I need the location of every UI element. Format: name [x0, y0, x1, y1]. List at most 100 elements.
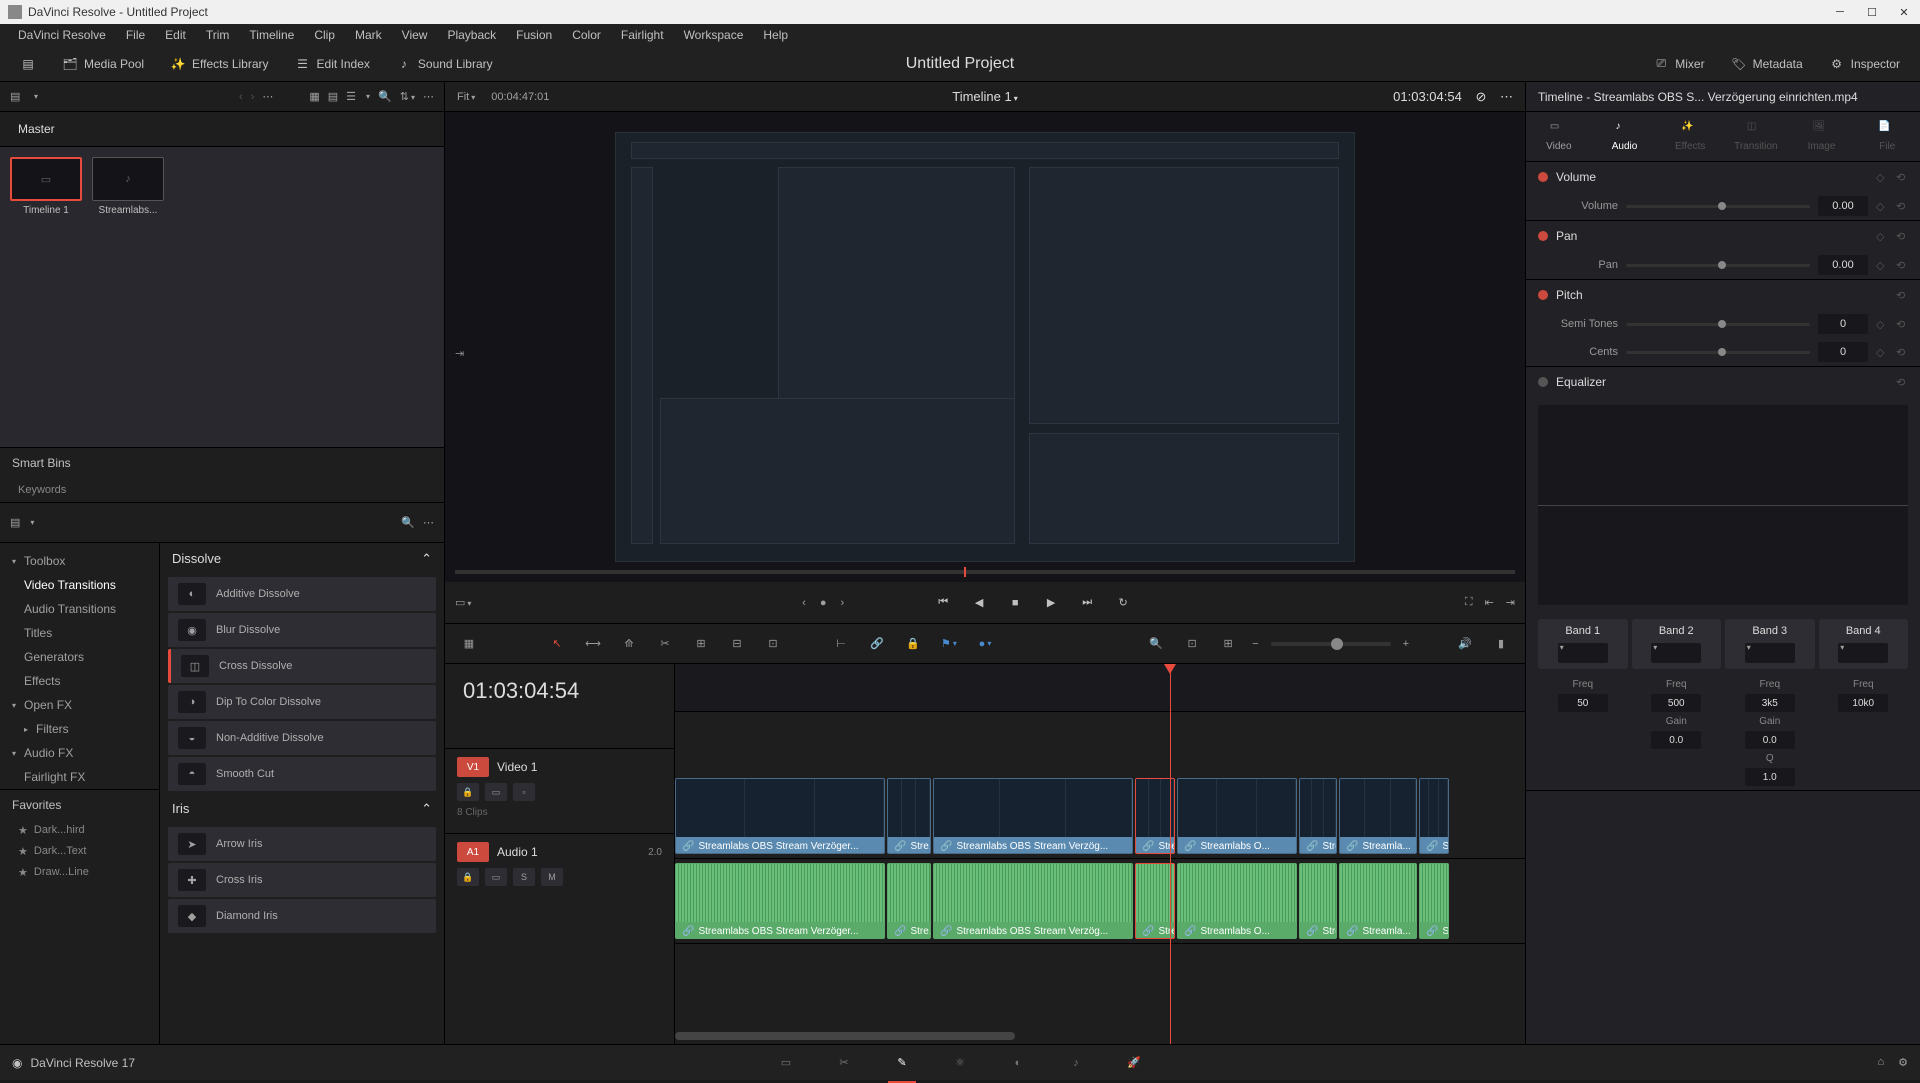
page-cut[interactable]: ✂ — [830, 1049, 858, 1077]
timeline-ruler[interactable] — [675, 664, 1525, 712]
fx-toolbox[interactable]: Toolbox — [0, 549, 159, 573]
reset-icon[interactable]: ⟲ — [1896, 259, 1908, 271]
minimize-button[interactable]: ─ — [1832, 4, 1848, 20]
favorites-header[interactable]: Favorites — [0, 789, 159, 820]
reset-icon[interactable]: ⟲ — [1896, 230, 1908, 242]
keyframe-icon[interactable]: ◇ — [1876, 200, 1888, 212]
link-toggle[interactable]: 🔗 — [865, 632, 889, 656]
playhead-center-icon[interactable]: ● — [820, 597, 827, 609]
view-list-icon[interactable]: ☰ — [346, 90, 356, 103]
bin-list-icon[interactable]: ▤ — [10, 90, 24, 104]
a1-badge[interactable]: A1 — [457, 842, 489, 862]
fx-cat-dissolve[interactable]: Dissolve⌃ — [160, 543, 444, 575]
fx-diamond-iris[interactable]: ◆Diamond Iris — [168, 899, 436, 933]
pan-slider[interactable] — [1626, 264, 1810, 267]
pitch-section-header[interactable]: Pitch ⟲ — [1526, 280, 1920, 310]
inspector-tab-transition[interactable]: ◫Transition — [1723, 112, 1789, 161]
fx-generators[interactable]: Generators — [0, 645, 159, 669]
eq-band-2[interactable]: Band 2 — [1632, 619, 1722, 669]
timeline-scrollbar[interactable] — [675, 1032, 1015, 1040]
v1-badge[interactable]: V1 — [457, 757, 489, 777]
marker-dropdown[interactable]: ● — [973, 632, 997, 656]
volume-value[interactable]: 0.00 — [1818, 196, 1868, 216]
viewer-scrubber[interactable] — [455, 570, 1515, 574]
fx-non-additive[interactable]: ◒Non-Additive Dissolve — [168, 721, 436, 755]
page-fusion[interactable]: ⚛ — [946, 1049, 974, 1077]
play-button[interactable]: ▶ — [1040, 592, 1062, 614]
pan-value[interactable]: 0.00 — [1818, 255, 1868, 275]
insert-tool[interactable]: ⊞ — [689, 632, 713, 656]
effects-library-toggle[interactable]: ✨Effects Library — [162, 52, 276, 76]
timeline-view-options[interactable]: ▦ — [457, 632, 481, 656]
reset-icon[interactable]: ⟲ — [1896, 171, 1908, 183]
search-icon[interactable]: 🔍 — [378, 90, 392, 103]
fx-audiofx[interactable]: Audio FX — [0, 741, 159, 765]
match-frame-icon[interactable]: ⇥ — [455, 347, 464, 360]
viewer-more-icon[interactable]: ⋯ — [1500, 89, 1513, 104]
band-shape-select[interactable] — [1838, 643, 1888, 663]
fav-item[interactable]: ★Dark...Text — [0, 841, 159, 862]
fx-more-icon[interactable]: ⋯ — [423, 516, 434, 529]
fx-arrow-iris[interactable]: ➤Arrow Iris — [168, 827, 436, 861]
video-clip[interactable]: 🔗Streamla... — [1339, 778, 1417, 854]
reset-icon[interactable]: ⟲ — [1896, 346, 1908, 358]
menu-timeline[interactable]: Timeline — [239, 26, 304, 44]
stop-button[interactable]: ■ — [1004, 592, 1026, 614]
inspector-toggle[interactable]: ⚙Inspector — [1821, 52, 1908, 76]
track-lock-icon[interactable]: 🔒 — [457, 868, 479, 886]
eq-graph[interactable] — [1538, 405, 1908, 605]
freq-value[interactable]: 3k5 — [1745, 694, 1795, 712]
bypass-icon[interactable]: ⊘ — [1475, 89, 1486, 104]
audio-clip[interactable]: 🔗Stre... — [1419, 863, 1449, 939]
fav-item[interactable]: ★Dark...hird — [0, 820, 159, 841]
page-color[interactable]: ◐ — [1004, 1049, 1032, 1077]
audio-monitor-icon[interactable]: 🔊 — [1453, 632, 1477, 656]
video-clip[interactable]: 🔗Stre... — [1419, 778, 1449, 854]
keyframe-icon[interactable]: ◇ — [1876, 259, 1888, 271]
zoom-detail-icon[interactable]: ⊞ — [1216, 632, 1240, 656]
audio-track-header[interactable]: A1 Audio 1 2.0 🔒 ▭ S M — [445, 833, 674, 918]
enable-dot[interactable] — [1538, 231, 1548, 241]
menu-file[interactable]: File — [116, 26, 155, 44]
semitones-slider[interactable] — [1626, 323, 1810, 326]
sound-library-toggle[interactable]: ♪Sound Library — [388, 52, 501, 76]
video-track-row[interactable]: 🔗Streamlabs OBS Stream Verzöger...🔗Stre.… — [675, 774, 1525, 859]
zoom-find-icon[interactable]: 🔍 — [1144, 632, 1168, 656]
smart-bin-keywords[interactable]: Keywords — [0, 478, 444, 502]
menu-workspace[interactable]: Workspace — [674, 26, 754, 44]
more-icon[interactable]: ⋯ — [262, 90, 273, 103]
keyframe-icon[interactable]: ◇ — [1876, 230, 1888, 242]
menu-help[interactable]: Help — [753, 26, 798, 44]
media-pool-toggle[interactable]: 🗂Media Pool — [54, 52, 152, 76]
master-bin[interactable]: Master — [0, 116, 444, 142]
project-settings-icon[interactable]: ⚙ — [1898, 1056, 1908, 1069]
track-auto-select[interactable]: ▭ — [485, 868, 507, 886]
video-clip[interactable]: 🔗Streamlabs OBS Stream Verzöger... — [675, 778, 885, 854]
zoom-in-button[interactable]: + — [1403, 638, 1409, 650]
fx-audio-transitions[interactable]: Audio Transitions — [0, 597, 159, 621]
snap-toggle[interactable]: ⊢ — [829, 632, 853, 656]
bin-thumb-timeline1[interactable]: ▭ Timeline 1 — [10, 157, 82, 437]
band-shape-select[interactable] — [1651, 643, 1701, 663]
eq-band-1[interactable]: Band 1 — [1538, 619, 1628, 669]
selection-tool[interactable]: ↖ — [545, 632, 569, 656]
next-edit-icon[interactable]: › — [840, 597, 844, 609]
fx-view-icon[interactable]: ▤ — [10, 516, 20, 529]
inspector-tab-image[interactable]: 🖼Image — [1789, 112, 1855, 161]
page-fairlight[interactable]: ♪ — [1062, 1049, 1090, 1077]
inspector-tab-effects[interactable]: ✨Effects — [1657, 112, 1723, 161]
volume-slider[interactable] — [1626, 205, 1810, 208]
reset-icon[interactable]: ⟲ — [1896, 289, 1908, 301]
gain-value[interactable]: 0.0 — [1745, 731, 1795, 749]
video-clip[interactable]: 🔗Stre... — [887, 778, 931, 854]
zoom-slider[interactable] — [1271, 642, 1391, 646]
viewer-tc-right[interactable]: 01:03:04:54 — [1393, 89, 1462, 104]
lock-toggle[interactable]: 🔒 — [901, 632, 925, 656]
track-auto-select[interactable]: ▭ — [485, 783, 507, 801]
flag-dropdown[interactable]: ⚑ — [937, 632, 961, 656]
audio-clip[interactable]: 🔗Stre... — [887, 863, 931, 939]
volume-section-header[interactable]: Volume ◇ ⟲ — [1526, 162, 1920, 192]
enable-dot[interactable] — [1538, 377, 1548, 387]
menu-davinci[interactable]: DaVinci Resolve — [8, 26, 116, 44]
menu-color[interactable]: Color — [562, 26, 611, 44]
